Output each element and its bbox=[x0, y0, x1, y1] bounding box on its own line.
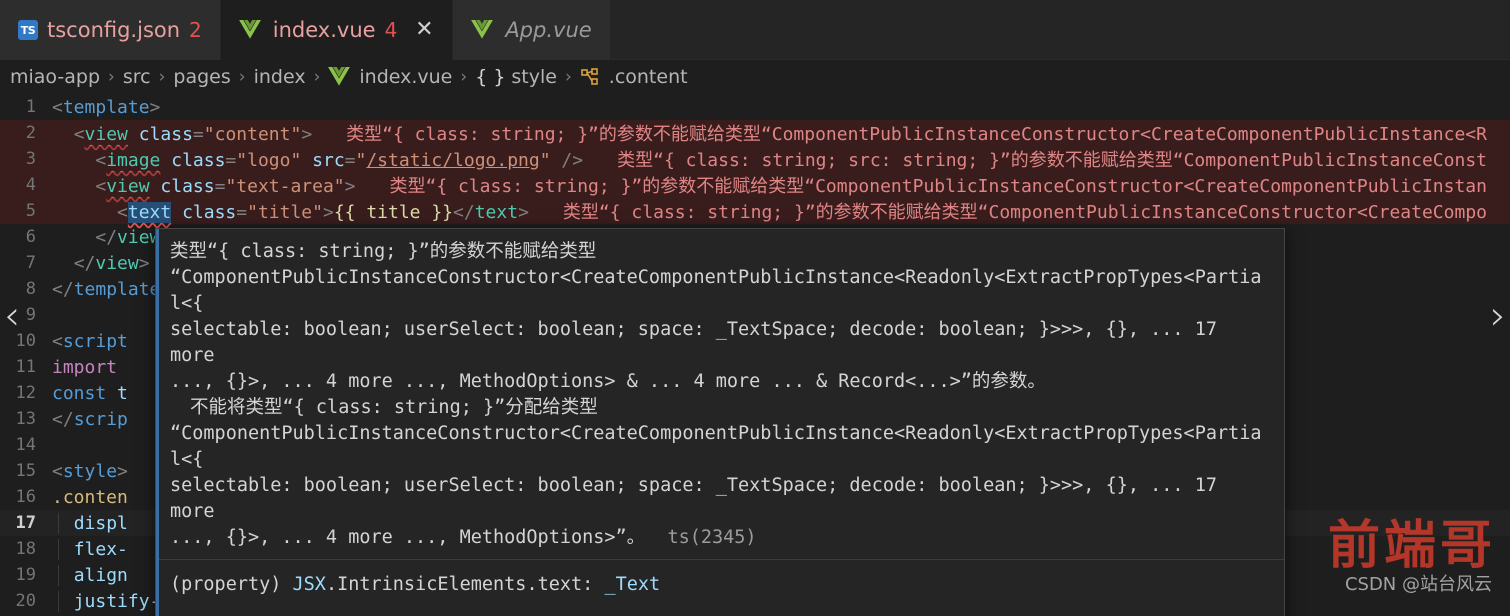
line-number: 18 bbox=[15, 539, 36, 559]
inline-error-message: 类型“{ class: string; }”的参数不能赋给类型“Componen… bbox=[562, 202, 1487, 223]
signature-dot-2: . bbox=[526, 574, 538, 595]
signature-property-keyword: (property) bbox=[170, 574, 282, 595]
breadcrumb-item-content-selector[interactable]: .content bbox=[609, 66, 688, 88]
line-number: 12 bbox=[15, 383, 36, 403]
signature-type: _Text bbox=[604, 574, 661, 595]
braces-icon: { } bbox=[475, 66, 506, 88]
code-line: 2 <view class="content"> 类型“{ class: stri… bbox=[0, 120, 1510, 146]
line-number: 15 bbox=[15, 461, 36, 481]
line-number: 3 bbox=[25, 149, 36, 169]
signature-name: text bbox=[537, 574, 583, 595]
tooltip-error-section: 类型“{ class: string; }”的参数不能赋给类型 “Compone… bbox=[156, 229, 1284, 559]
code-line: 4 <view class="text-area"> 类型“{ class: st… bbox=[0, 172, 1510, 198]
tab-error-badge: 2 bbox=[189, 18, 202, 42]
signature-dot: . bbox=[325, 574, 338, 595]
code-content: <view class="text-area"> 类型“{ class: stri… bbox=[95, 176, 1487, 197]
tab-tsconfig-json[interactable]: TS tsconfig.json 2 bbox=[0, 0, 221, 60]
css-property: align bbox=[73, 564, 128, 586]
line-number: 19 bbox=[15, 565, 36, 585]
code-content: <text class="title">{{ title }}</text> 类型… bbox=[117, 202, 1487, 223]
line-number: 4 bbox=[25, 175, 36, 195]
breadcrumb-separator: › bbox=[108, 67, 115, 87]
code-line: 1 <template> bbox=[0, 94, 1510, 120]
error-line-2: “ComponentPublicInstanceConstructor<Crea… bbox=[170, 267, 1262, 314]
line-number: 13 bbox=[15, 409, 36, 429]
tab-error-badge: 4 bbox=[384, 18, 398, 42]
signature-member: IntrinsicElements bbox=[337, 574, 527, 595]
breadcrumb-separator: › bbox=[564, 67, 572, 87]
tooltip-accent-bar bbox=[156, 229, 159, 616]
error-code: ts(2345) bbox=[667, 527, 757, 548]
error-line-4: ..., {}>, ... 4 more ..., MethodOptions>… bbox=[170, 371, 1046, 392]
breadcrumb-item-style[interactable]: style bbox=[511, 66, 557, 88]
line-number: 20 bbox=[15, 591, 36, 611]
error-line-1: 类型“{ class: string; }”的参数不能赋给类型 bbox=[170, 241, 597, 262]
tab-app-vue[interactable]: App.vue bbox=[453, 0, 611, 60]
code-content: <view class="content"> 类型“{ class: string… bbox=[73, 124, 1487, 145]
tab-label: App.vue bbox=[505, 18, 592, 42]
chevron-right-icon[interactable]: › bbox=[1490, 296, 1506, 336]
line-number: 17 bbox=[15, 513, 36, 533]
line-number: 7 bbox=[25, 253, 36, 273]
code-line: 3 <image class="logo" src="/static/logo.… bbox=[0, 146, 1510, 172]
breadcrumb-separator: › bbox=[313, 67, 321, 87]
line-number: 6 bbox=[25, 227, 36, 247]
code-line: 5 <text class="title">{{ title }}</text>… bbox=[0, 198, 1510, 224]
error-line-6: “ComponentPublicInstanceConstructor<Crea… bbox=[170, 423, 1262, 470]
breadcrumb-separator: › bbox=[460, 67, 468, 87]
chevron-left-icon[interactable]: ‹ bbox=[4, 296, 20, 336]
error-line-8-text: ..., {}>, ... 4 more ..., MethodOptions>… bbox=[170, 527, 646, 548]
vue-file-icon bbox=[238, 20, 261, 40]
code-content: <template> bbox=[52, 96, 161, 118]
breadcrumb: miao-app › src › pages › index › index.v… bbox=[0, 60, 1510, 94]
vue-file-icon bbox=[471, 20, 494, 40]
line-number: 1 bbox=[25, 97, 36, 117]
error-line-5: 不能将类型“{ class: string; }”分配给类型 bbox=[190, 397, 598, 418]
inline-error-message: 类型“{ class: string; }”的参数不能赋给类型“Componen… bbox=[389, 176, 1487, 197]
typescript-file-icon: TS bbox=[18, 20, 38, 40]
breadcrumb-separator: › bbox=[238, 67, 246, 87]
line-number: 5 bbox=[25, 201, 36, 221]
line-number: 14 bbox=[15, 435, 36, 455]
signature-namespace: JSX bbox=[292, 574, 326, 595]
breadcrumb-item-index-vue[interactable]: index.vue bbox=[359, 66, 452, 88]
signature-line: (property) JSX.IntrinsicElements.text: _… bbox=[170, 570, 1270, 600]
css-selector-icon bbox=[580, 68, 600, 86]
error-line-7: selectable: boolean; userSelect: boolean… bbox=[170, 475, 1229, 522]
close-icon[interactable]: ✕ bbox=[414, 19, 434, 41]
line-number: 16 bbox=[15, 487, 36, 507]
tab-index-vue[interactable]: index.vue 4 ✕ bbox=[220, 0, 454, 60]
editor-tab-bar: TS tsconfig.json 2 index.vue 4 ✕ App.vue bbox=[0, 0, 1510, 60]
tab-label: index.vue bbox=[272, 18, 376, 42]
tab-label: tsconfig.json bbox=[47, 18, 181, 42]
error-line-8: ..., {}>, ... 4 more ..., MethodOptions>… bbox=[170, 525, 1270, 551]
signature-colon: : bbox=[582, 574, 605, 595]
breadcrumb-item-index[interactable]: index bbox=[254, 66, 306, 88]
tooltip-doc-section: 文本组件 用于包裹文本内容 bbox=[156, 608, 1284, 616]
code-content: <image class="logo" src="/static/logo.pn… bbox=[95, 150, 1487, 171]
css-property: flex- bbox=[73, 538, 128, 560]
breadcrumb-item-pages[interactable]: pages bbox=[173, 66, 230, 88]
breadcrumb-item-miao-app[interactable]: miao-app bbox=[10, 66, 100, 88]
line-number: 2 bbox=[25, 123, 36, 143]
hover-tooltip[interactable]: 类型“{ class: string; }”的参数不能赋给类型 “Compone… bbox=[155, 228, 1285, 616]
css-property: displ bbox=[73, 512, 128, 534]
inline-error-message: 类型“{ class: string; }”的参数不能赋给类型“Componen… bbox=[346, 124, 1487, 145]
hovered-token-text[interactable]: text bbox=[127, 202, 172, 223]
breadcrumb-item-src[interactable]: src bbox=[123, 66, 151, 88]
line-number: 11 bbox=[15, 357, 36, 377]
vue-file-icon bbox=[328, 67, 351, 87]
vscode-window: TS tsconfig.json 2 index.vue 4 ✕ App.vue… bbox=[0, 0, 1510, 616]
tooltip-signature-section: (property) JSX.IntrinsicElements.text: _… bbox=[156, 560, 1284, 608]
error-line-3: selectable: boolean; userSelect: boolean… bbox=[170, 319, 1229, 366]
inline-error-message: 类型“{ class: string; src: string; }”的参数不能… bbox=[617, 150, 1487, 171]
breadcrumb-separator: › bbox=[158, 67, 166, 87]
